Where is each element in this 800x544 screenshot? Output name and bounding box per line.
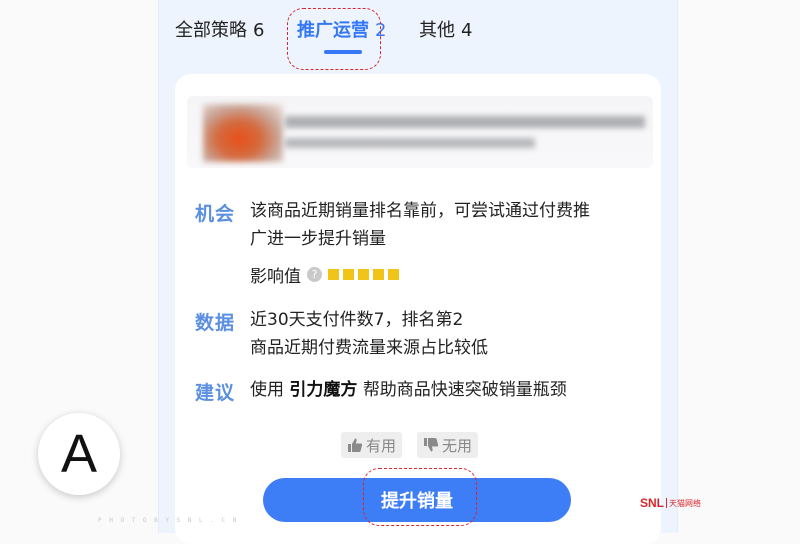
data-title: 数据 (195, 312, 236, 334)
tab-count: 4 (461, 20, 473, 41)
useful-button[interactable]: 有用 (341, 432, 403, 458)
opportunity-line2: 广进一步提升销量 (250, 229, 386, 249)
product-thumbnail (203, 104, 283, 162)
useless-button[interactable]: 无用 (417, 432, 479, 458)
thumbs-down-icon (424, 438, 439, 452)
suggestion-prefix: 使用 (250, 380, 284, 400)
tab-label: 其他 (419, 20, 455, 41)
step-badge: A (38, 413, 120, 495)
rating-star-icon (388, 269, 399, 280)
product-row-blurred[interactable] (187, 96, 653, 168)
help-icon[interactable]: ? (307, 267, 322, 282)
opportunity-title: 机会 (195, 203, 236, 225)
data-line2: 商品近期付费流量来源占比较低 (250, 338, 488, 358)
rating-star-icon (358, 269, 369, 280)
impact-rating (328, 269, 399, 280)
suggestion-text: 使用 引力魔方 帮助商品快速突破销量瓶颈 (250, 376, 567, 404)
opportunity-line1: 该商品近期销量排名靠前，可尝试通过付费推 (250, 201, 590, 221)
impact-label: 影响值 (250, 267, 301, 287)
product-subtitle-blurred (285, 138, 535, 148)
brand-logo: SNL 天猫网络 (640, 496, 701, 510)
app-screen: 全部策略 6 推广运营 2 其他 4 机会 该商品近期销量排名靠前，可尝试通过付费推 … (158, 0, 678, 544)
rating-star-icon (373, 269, 384, 280)
rating-star-icon (328, 269, 339, 280)
annotation-highlight (287, 8, 381, 70)
tab-other[interactable]: 其他 4 (419, 16, 472, 42)
logo-divider (666, 498, 667, 508)
logo-sub: 天猫网络 (669, 498, 701, 508)
impact-row: 影响值 ? (250, 262, 399, 287)
rating-star-icon (343, 269, 354, 280)
tab-count: 6 (253, 20, 265, 41)
product-title-blurred (285, 116, 645, 128)
suggestion-suffix: 帮助商品快速突破销量瓶颈 (362, 380, 567, 400)
annotation-highlight (363, 468, 477, 526)
useless-label: 无用 (442, 436, 473, 455)
thumbs-up-icon (348, 438, 363, 452)
data-line1: 近30天支付件数7，排名第2 (250, 310, 464, 330)
logo-brand: SNL (640, 496, 664, 510)
suggestion-tool[interactable]: 引力魔方 (289, 380, 357, 400)
tab-all-strategies[interactable]: 全部策略 6 (175, 16, 264, 42)
watermark-text: P H O T O B Y S N L . C N (98, 517, 239, 524)
suggestion-title: 建议 (195, 382, 236, 404)
useful-label: 有用 (366, 436, 397, 455)
tab-label: 全部策略 (175, 20, 247, 41)
